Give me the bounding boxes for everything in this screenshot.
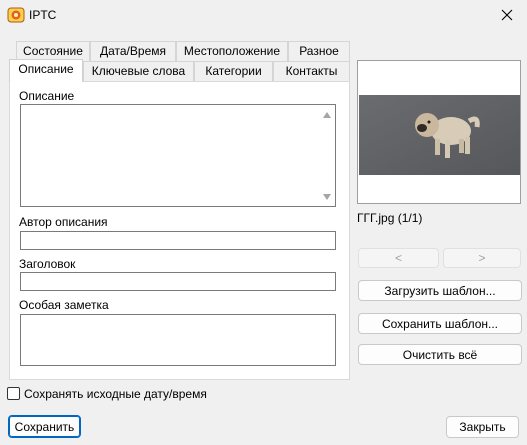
window-title: IPTC (29, 8, 57, 22)
tab-keywords[interactable]: Ключевые слова (83, 61, 194, 81)
window-close-button[interactable] (486, 0, 527, 30)
author-label: Автор описания (19, 215, 108, 229)
description-textarea[interactable] (20, 104, 336, 207)
title-bar (0, 0, 527, 30)
tab-misc[interactable]: Разное (288, 41, 350, 61)
preview-photo (359, 95, 520, 175)
tab-description[interactable]: Описание (9, 59, 83, 82)
close-icon (501, 9, 512, 21)
keep-date-checkbox[interactable] (7, 387, 20, 400)
tab-status[interactable]: Состояние (16, 41, 90, 61)
tab-date-time[interactable]: Дата/Время (90, 41, 176, 61)
iptc-app-icon (7, 6, 25, 24)
tab-categories[interactable]: Категории (194, 61, 273, 81)
previous-image-button[interactable]: < (358, 248, 439, 268)
headline-input[interactable] (20, 272, 336, 291)
load-template-button[interactable]: Загрузить шаблон... (358, 280, 522, 301)
keep-date-label[interactable]: Сохранять исходные дату/время (24, 387, 207, 401)
description-label: Описание (19, 89, 75, 103)
special-note-textarea[interactable] (20, 314, 336, 366)
image-preview (357, 60, 521, 204)
special-note-label: Особая заметка (19, 298, 109, 312)
save-button[interactable]: Сохранить (8, 415, 81, 438)
save-template-button[interactable]: Сохранить шаблон... (358, 313, 522, 334)
headline-label: Заголовок (19, 257, 76, 271)
description-tab-panel: Описание Автор описания Заголовок Особая… (9, 81, 350, 380)
scroll-up-arrow-icon[interactable] (321, 109, 333, 121)
author-input[interactable] (20, 231, 336, 250)
preview-filename: ГГГ.jpg (1/1) (357, 211, 423, 225)
close-button[interactable]: Закрыть (446, 416, 519, 438)
tab-contacts[interactable]: Контакты (273, 61, 350, 81)
next-image-button[interactable]: > (443, 248, 521, 268)
tab-location[interactable]: Местоположение (176, 41, 288, 61)
scroll-down-arrow-icon[interactable] (321, 191, 333, 203)
clear-all-button[interactable]: Очистить всё (358, 344, 522, 365)
